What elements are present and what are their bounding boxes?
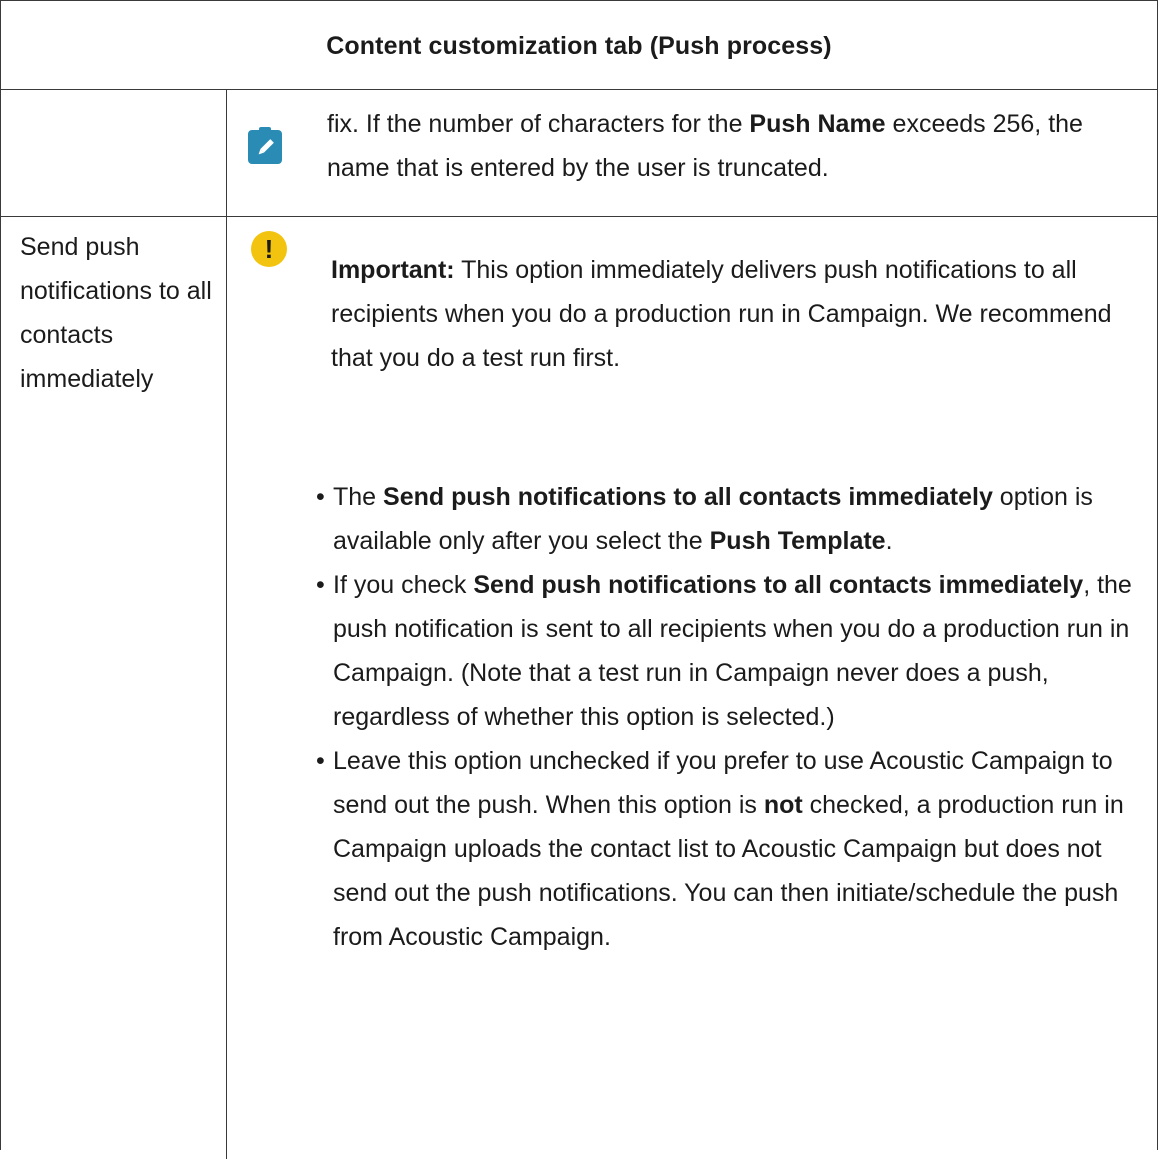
list-item: Leave this option unchecked if you prefe…: [316, 739, 1156, 959]
push-name-note-text: fix. If the number of characters for the…: [327, 110, 1083, 182]
list-item: The Send push notifications to all conta…: [316, 475, 1156, 563]
table-header-title: Content customization tab (Push process): [326, 31, 832, 60]
list-item: If you check Send push notifications to …: [316, 563, 1156, 739]
important-exclamation-icon: !: [251, 231, 287, 267]
content-customization-table: Content customization tab (Push process)…: [0, 0, 1158, 1159]
table-header-row: Content customization tab (Push process): [1, 1, 1157, 90]
note-pencil-icon: [248, 127, 282, 164]
important-notice-text: Important: This option immediately deliv…: [331, 256, 1112, 372]
option-details-list: The Send push notifications to all conta…: [316, 475, 1156, 959]
option-label: Send push notifications to all contacts …: [20, 233, 212, 393]
